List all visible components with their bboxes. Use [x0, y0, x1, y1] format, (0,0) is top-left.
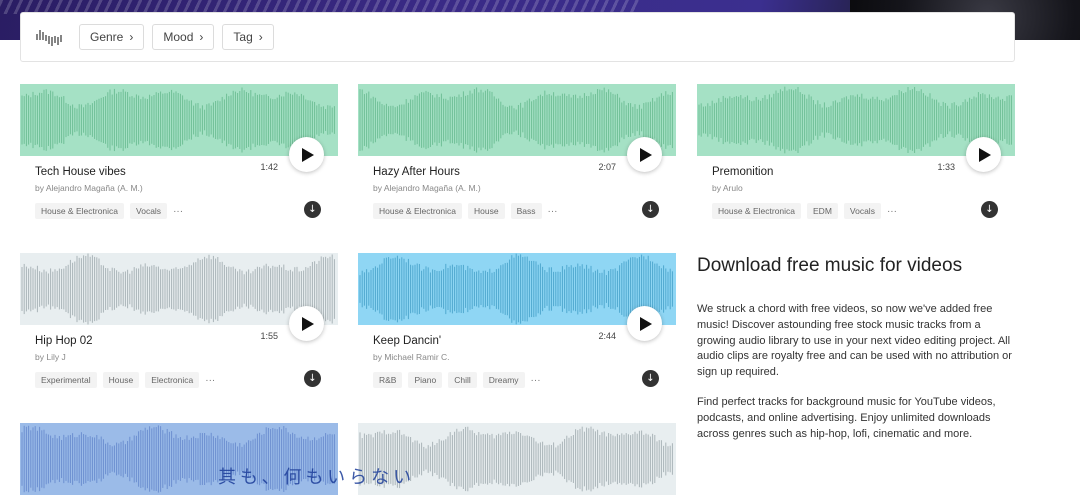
tag-filter-label: Tag — [233, 30, 253, 44]
track-duration: 1:42 — [260, 162, 278, 172]
tag-chip[interactable]: Vocals — [843, 203, 881, 219]
play-icon — [640, 316, 652, 331]
genre-filter-label: Genre — [90, 30, 124, 44]
tag-chip[interactable]: Bass — [510, 203, 542, 219]
track-card[interactable]: 1:33 Premonition by Arulo House & Electr… — [697, 84, 1015, 234]
track-author[interactable]: by Alejandro Magaña (A. M.) — [35, 183, 143, 193]
tag-chip[interactable]: House — [102, 372, 140, 388]
track-duration: 2:44 — [598, 331, 616, 341]
play-button[interactable] — [289, 306, 324, 341]
chevron-right-icon: › — [258, 30, 263, 44]
track-card[interactable]: 1:42 Tech House vibes by Alejandro Magañ… — [20, 84, 338, 234]
track-card[interactable]: 1:55 Hip Hop 02 by Lily J Experimental H… — [20, 253, 338, 403]
tag-chip[interactable]: Vocals — [130, 203, 168, 219]
more-tags-icon[interactable]: ··· — [887, 206, 897, 217]
track-author[interactable]: by Arulo — [712, 183, 743, 193]
download-button[interactable]: ↓ — [642, 201, 659, 218]
play-icon — [640, 147, 652, 162]
track-tags: House & Electronica House Bass ··· — [373, 203, 558, 219]
play-icon — [302, 147, 314, 162]
track-tags: R&B Piano Chill Dreamy ··· — [373, 372, 541, 388]
tag-chip[interactable]: EDM — [807, 203, 838, 219]
track-tags: House & Electronica Vocals ··· — [35, 203, 183, 219]
download-button[interactable]: ↓ — [981, 201, 998, 218]
info-heading: Download free music for videos — [697, 255, 963, 276]
tag-chip[interactable]: R&B — [373, 372, 403, 388]
track-title[interactable]: Tech House vibes — [35, 166, 126, 178]
download-icon: ↓ — [985, 203, 994, 215]
track-tags: House & Electronica EDM Vocals ··· — [712, 203, 897, 219]
info-paragraph: We struck a chord with free videos, so n… — [697, 303, 1012, 379]
more-tags-icon[interactable]: ··· — [531, 375, 541, 386]
play-icon — [979, 147, 991, 162]
tag-chip[interactable]: Piano — [408, 372, 443, 388]
download-icon: ↓ — [646, 203, 655, 215]
download-icon: ↓ — [308, 203, 317, 215]
track-title[interactable]: Premonition — [712, 166, 773, 178]
download-icon: ↓ — [646, 372, 655, 384]
chevron-right-icon: › — [129, 30, 134, 44]
track-title[interactable]: Hip Hop 02 — [35, 335, 93, 347]
mood-filter-button[interactable]: Mood › — [152, 24, 215, 50]
tag-chip[interactable]: House — [468, 203, 505, 219]
tag-chip[interactable]: Experimental — [35, 372, 97, 388]
download-icon: ↓ — [308, 372, 317, 384]
tag-filter-button[interactable]: Tag › — [222, 24, 274, 50]
play-button[interactable] — [627, 137, 662, 172]
play-button[interactable] — [289, 137, 324, 172]
track-author[interactable]: by Michael Ramir C. — [373, 352, 450, 362]
info-section: Download free music for videos We struck… — [697, 255, 1022, 442]
track-author[interactable]: by Alejandro Magaña (A. M.) — [373, 183, 481, 193]
download-button[interactable]: ↓ — [304, 201, 321, 218]
tag-chip[interactable]: Electronica — [145, 372, 200, 388]
more-tags-icon[interactable]: ··· — [548, 206, 558, 217]
track-duration: 2:07 — [598, 162, 616, 172]
track-title[interactable]: Keep Dancin' — [373, 335, 441, 347]
play-button[interactable] — [627, 306, 662, 341]
play-button[interactable] — [966, 137, 1001, 172]
info-paragraph: Find perfect tracks for background music… — [697, 395, 996, 440]
track-duration: 1:55 — [260, 331, 278, 341]
download-button[interactable]: ↓ — [304, 370, 321, 387]
overlay-caption: 其も、何もいらない — [218, 467, 416, 488]
tag-chip[interactable]: Chill — [448, 372, 477, 388]
filter-bar: Genre › Mood › Tag › — [20, 12, 1015, 62]
mood-filter-label: Mood — [163, 30, 194, 44]
more-tags-icon[interactable]: ··· — [173, 206, 183, 217]
play-icon — [302, 316, 314, 331]
track-duration: 1:33 — [937, 162, 955, 172]
tag-chip[interactable]: House & Electronica — [712, 203, 802, 219]
waveform-logo-icon[interactable] — [35, 26, 65, 48]
track-card[interactable]: 2:44 Keep Dancin' by Michael Ramir C. R&… — [358, 253, 676, 403]
track-title[interactable]: Hazy After Hours — [373, 166, 460, 178]
tag-chip[interactable]: House & Electronica — [35, 203, 125, 219]
tag-chip[interactable]: House & Electronica — [373, 203, 463, 219]
tag-chip[interactable]: Dreamy — [482, 372, 525, 388]
track-card[interactable]: 2:07 Hazy After Hours by Alejandro Magañ… — [358, 84, 676, 234]
track-tags: Experimental House Electronica ··· — [35, 372, 215, 388]
genre-filter-button[interactable]: Genre › — [79, 24, 145, 50]
more-tags-icon[interactable]: ··· — [205, 375, 215, 386]
download-button[interactable]: ↓ — [642, 370, 659, 387]
track-author[interactable]: by Lily J — [35, 352, 66, 362]
chevron-right-icon: › — [199, 30, 204, 44]
